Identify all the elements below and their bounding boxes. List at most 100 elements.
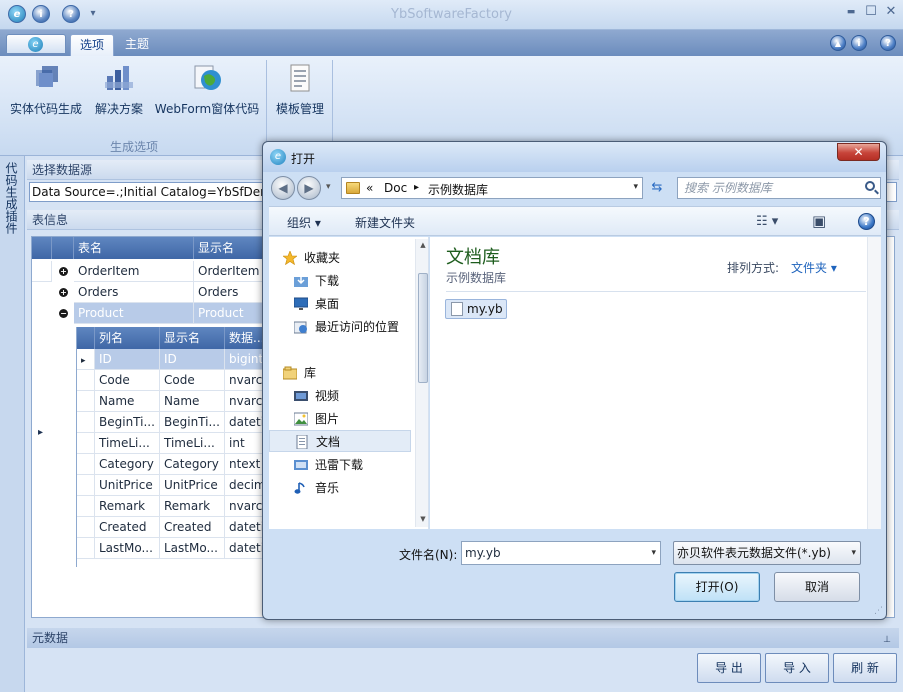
row-indicator-cell: ▸: [77, 349, 95, 370]
maximize-button[interactable]: ☐: [862, 4, 880, 20]
webform-code-button[interactable]: WebForm窗体代码: [152, 62, 262, 122]
row-pointer-icon: ▸: [81, 356, 86, 366]
resize-grip-icon[interactable]: ⋰: [874, 606, 883, 616]
scroll-thumb[interactable]: [418, 273, 428, 383]
scroll-up-icon[interactable]: ▲: [418, 241, 428, 251]
music-icon: [294, 482, 305, 494]
subgrid-header-column[interactable]: 列名: [95, 327, 160, 349]
row-indicator-cell: [77, 496, 95, 517]
search-input[interactable]: 搜索 示例数据库: [677, 177, 881, 199]
expand-row-icon[interactable]: +: [59, 267, 68, 276]
nav-videos[interactable]: 视频: [269, 385, 411, 407]
sort-dropdown[interactable]: 文件夹 ▾: [791, 259, 837, 276]
address-prefix[interactable]: «: [366, 181, 373, 195]
row-indicator-cell: [77, 391, 95, 412]
dialog-close-button[interactable]: ✕: [837, 143, 880, 161]
address-bar[interactable]: « Doc ▸ 示例数据库 ▾: [341, 177, 643, 199]
row-indicator-cell: [77, 370, 95, 391]
filename-input[interactable]: my.yb ▾: [461, 541, 661, 565]
file-name: my.yb: [467, 302, 503, 316]
column-type-cell: ntext: [225, 454, 267, 475]
nav-pictures[interactable]: 图片: [269, 408, 411, 430]
history-dropdown-icon[interactable]: ▾: [326, 182, 331, 192]
sidebar-tab-code-plugin[interactable]: 代码生成插件: [3, 162, 20, 234]
ribbon-group-separator: [266, 60, 267, 154]
organize-button[interactable]: 组织 ▾: [287, 214, 321, 231]
cancel-button[interactable]: 取消: [774, 572, 860, 602]
minimize-button[interactable]: ▬: [842, 4, 860, 20]
table-name-cell: Product: [74, 303, 194, 324]
forward-arrow-icon[interactable]: ▶: [297, 176, 321, 200]
sort-label: 排列方式:: [727, 261, 780, 275]
breadcrumb-sample-db[interactable]: 示例数据库: [428, 181, 488, 198]
row-indicator-cell: [77, 433, 95, 454]
filename-label: 文件名(N):: [399, 548, 458, 562]
nav-pictures-label: 图片: [315, 412, 340, 426]
help-icon[interactable]: ?: [880, 35, 896, 51]
collapse-row-icon[interactable]: −: [59, 309, 68, 318]
view-options-icon[interactable]: ☷ ▾: [756, 214, 778, 229]
column-type-cell: bigint: [225, 349, 267, 370]
application-menu-button[interactable]: e: [6, 34, 66, 54]
nav-documents-label: 文档: [316, 435, 341, 449]
column-type-cell: nvarchar: [225, 391, 267, 412]
file-type-value: 亦贝软件表元数据文件(*.yb): [677, 546, 831, 560]
breadcrumb-doc[interactable]: Doc: [384, 181, 407, 195]
nav-recent-places[interactable]: 最近访问的位置: [269, 316, 415, 338]
nav-music[interactable]: 音乐: [269, 477, 411, 499]
refresh-button[interactable]: 刷 新: [833, 653, 897, 683]
nav-favorites[interactable]: 收藏夹: [269, 247, 411, 269]
help-icon[interactable]: ?: [858, 213, 875, 230]
nav-documents[interactable]: 文档: [269, 430, 411, 452]
nav-libraries[interactable]: 库: [269, 362, 411, 384]
scroll-down-icon[interactable]: ▼: [418, 515, 428, 525]
plugin-sidebar: 代码生成插件: [0, 156, 25, 692]
column-display-cell: Remark: [160, 496, 225, 517]
refresh-icon[interactable]: ⇆: [646, 177, 668, 199]
subgrid-header-datatype[interactable]: 数据...: [225, 327, 267, 349]
display-name-cell: Product: [194, 303, 264, 324]
open-button[interactable]: 打开(O): [674, 572, 760, 602]
entity-code-button[interactable]: 实体代码生成: [8, 62, 84, 122]
nav-desktop-label: 桌面: [315, 297, 340, 311]
subgrid-header-display[interactable]: 显示名: [160, 327, 225, 349]
solution-button[interactable]: 解决方案: [92, 62, 146, 122]
address-dropdown-icon[interactable]: ▾: [633, 182, 638, 192]
tab-theme[interactable]: 主题: [116, 34, 158, 56]
nav-thunder-downloads[interactable]: 迅雷下载: [269, 454, 411, 476]
tab-options[interactable]: 选项: [70, 34, 115, 56]
collapse-ribbon-icon[interactable]: ▲: [830, 35, 846, 51]
preview-pane-icon[interactable]: ▣: [812, 212, 826, 230]
entity-code-label: 实体代码生成: [9, 102, 82, 116]
nav-downloads[interactable]: 下载: [269, 270, 411, 292]
files-scrollbar[interactable]: [867, 237, 881, 529]
back-arrow-icon[interactable]: ◀: [271, 176, 295, 200]
pin-icon[interactable]: ⊥: [883, 630, 891, 650]
filename-dropdown-icon[interactable]: ▾: [651, 542, 656, 564]
import-button[interactable]: 导 入: [765, 653, 829, 683]
expand-row-icon[interactable]: +: [59, 288, 68, 297]
file-type-select[interactable]: 亦贝软件表元数据文件(*.yb) ▾: [673, 541, 861, 565]
template-manage-button[interactable]: 模板管理: [272, 62, 328, 122]
info-icon[interactable]: i: [851, 35, 867, 51]
dialog-title-bar: e 打开 ✕: [263, 142, 886, 172]
nav-scrollbar[interactable]: ▲ ▼: [415, 239, 428, 527]
row-indicator-cell: [77, 517, 95, 538]
search-placeholder: 搜索 示例数据库: [684, 181, 772, 195]
column-type-cell: datetime: [225, 538, 267, 559]
export-button[interactable]: 导 出: [697, 653, 761, 683]
column-name-cell: Name: [95, 391, 160, 412]
grid-header-display-name[interactable]: 显示名: [194, 237, 264, 259]
new-folder-button[interactable]: 新建文件夹: [355, 214, 415, 231]
search-icon[interactable]: [865, 181, 875, 191]
solution-label: 解决方案: [94, 102, 143, 116]
navigation-bar: ◀ ▶ ▾ « Doc ▸ 示例数据库 ▾ ⇆ 搜索 示例数据库: [269, 174, 881, 202]
column-display-cell: Code: [160, 370, 225, 391]
close-button[interactable]: ✕: [882, 4, 900, 20]
grid-header-table-name[interactable]: 表名: [74, 237, 194, 259]
file-item[interactable]: my.yb: [445, 299, 507, 319]
breadcrumb-separator-icon[interactable]: ▸: [414, 182, 419, 193]
library-title: 文档库: [446, 247, 500, 268]
nav-desktop[interactable]: 桌面: [269, 293, 411, 315]
file-type-dropdown-icon[interactable]: ▾: [851, 542, 856, 564]
